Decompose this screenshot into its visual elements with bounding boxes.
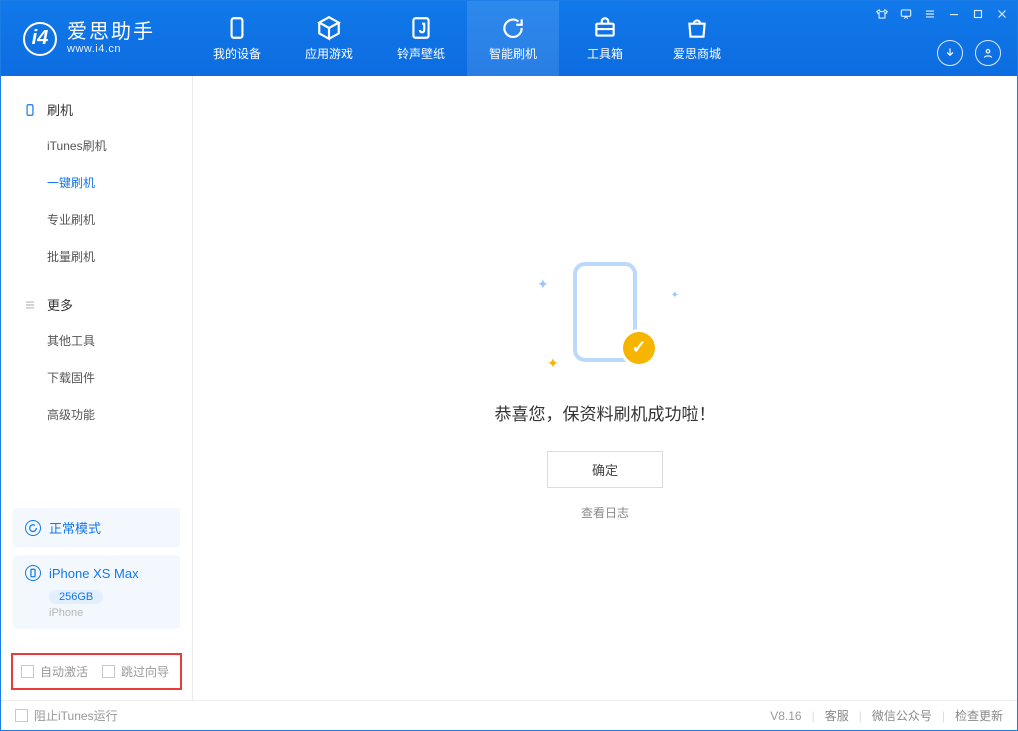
mode-card[interactable]: 正常模式 bbox=[13, 508, 180, 547]
device-icon bbox=[25, 565, 41, 581]
header-right bbox=[937, 40, 1001, 66]
sparkle-icon: ✦ bbox=[671, 290, 679, 301]
main-nav: 我的设备 应用游戏 铃声壁纸 智能刷机 工具箱 bbox=[191, 1, 743, 76]
success-illustration: ✦ ✦ ✦ ✓ bbox=[525, 256, 685, 376]
toolbox-icon bbox=[592, 15, 618, 41]
list-icon bbox=[23, 298, 37, 312]
sidebar-item-other-tools[interactable]: 其他工具 bbox=[1, 322, 192, 359]
sidebar-item-batch-flash[interactable]: 批量刷机 bbox=[1, 238, 192, 275]
main-content: ✦ ✦ ✦ ✓ 恭喜您，保资料刷机成功啦！ 确定 查看日志 bbox=[193, 76, 1017, 700]
skip-guide-checkbox[interactable]: 跳过向导 bbox=[102, 663, 169, 680]
sidebar-item-download-firmware[interactable]: 下载固件 bbox=[1, 359, 192, 396]
ok-button[interactable]: 确定 bbox=[547, 451, 663, 488]
phone-icon bbox=[224, 15, 250, 41]
device-name: iPhone XS Max bbox=[49, 566, 139, 581]
bag-icon bbox=[684, 15, 710, 41]
minimize-icon[interactable] bbox=[945, 5, 963, 23]
cube-icon bbox=[316, 15, 342, 41]
checkbox-icon bbox=[21, 665, 34, 678]
refresh-shield-icon bbox=[500, 15, 526, 41]
storage-badge: 256GB bbox=[49, 590, 103, 604]
checkbox-icon bbox=[15, 709, 28, 722]
logo-area: i4 爱思助手 www.i4.cn bbox=[1, 1, 191, 76]
logo-icon: i4 bbox=[23, 22, 57, 56]
block-itunes-checkbox[interactable]: 阻止iTunes运行 bbox=[15, 707, 118, 724]
sparkle-icon: ✦ bbox=[537, 276, 549, 293]
mode-label: 正常模式 bbox=[49, 518, 101, 537]
close-icon[interactable] bbox=[993, 5, 1011, 23]
sidebar-item-pro-flash[interactable]: 专业刷机 bbox=[1, 201, 192, 238]
window-controls bbox=[873, 5, 1011, 23]
check-update-link[interactable]: 检查更新 bbox=[955, 707, 1003, 724]
nav-smart-flash[interactable]: 智能刷机 bbox=[467, 1, 559, 76]
user-button[interactable] bbox=[975, 40, 1001, 66]
status-bar: 阻止iTunes运行 V8.16 | 客服 | 微信公众号 | 检查更新 bbox=[1, 700, 1017, 730]
sidebar-section-more: 更多 bbox=[1, 289, 192, 322]
sidebar-item-itunes-flash[interactable]: iTunes刷机 bbox=[1, 127, 192, 164]
sidebar: 刷机 iTunes刷机 一键刷机 专业刷机 批量刷机 更多 其他工具 下载固件 … bbox=[1, 76, 193, 700]
app-subtitle: www.i4.cn bbox=[67, 43, 155, 55]
view-log-link[interactable]: 查看日志 bbox=[581, 504, 629, 521]
phone-outline-icon bbox=[23, 103, 37, 117]
download-button[interactable] bbox=[937, 40, 963, 66]
nav-ring-wall[interactable]: 铃声壁纸 bbox=[375, 1, 467, 76]
feedback-icon[interactable] bbox=[897, 5, 915, 23]
app-header: i4 爱思助手 www.i4.cn 我的设备 应用游戏 铃声壁纸 bbox=[1, 1, 1017, 76]
sync-icon bbox=[25, 520, 41, 536]
sidebar-item-advanced[interactable]: 高级功能 bbox=[1, 396, 192, 433]
tshirt-icon[interactable] bbox=[873, 5, 891, 23]
version-label: V8.16 bbox=[770, 709, 801, 723]
sparkle-icon: ✦ bbox=[547, 355, 559, 372]
customer-service-link[interactable]: 客服 bbox=[825, 707, 849, 724]
sidebar-item-oneclick-flash[interactable]: 一键刷机 bbox=[1, 164, 192, 201]
nav-my-device[interactable]: 我的设备 bbox=[191, 1, 283, 76]
sidebar-section-flash: 刷机 bbox=[1, 94, 192, 127]
success-message: 恭喜您，保资料刷机成功啦！ bbox=[495, 400, 716, 425]
device-type: iPhone bbox=[49, 607, 168, 619]
maximize-icon[interactable] bbox=[969, 5, 987, 23]
nav-toolbox[interactable]: 工具箱 bbox=[559, 1, 651, 76]
app-title: 爱思助手 bbox=[67, 21, 155, 43]
nav-apps-games[interactable]: 应用游戏 bbox=[283, 1, 375, 76]
auto-activate-checkbox[interactable]: 自动激活 bbox=[21, 663, 88, 680]
menu-icon[interactable] bbox=[921, 5, 939, 23]
wechat-link[interactable]: 微信公众号 bbox=[872, 707, 932, 724]
device-card[interactable]: iPhone XS Max 256GB iPhone bbox=[13, 555, 180, 629]
checkmark-badge-icon: ✓ bbox=[623, 332, 655, 364]
nav-store[interactable]: 爱思商城 bbox=[651, 1, 743, 76]
bottom-options-highlight: 自动激活 跳过向导 bbox=[11, 653, 182, 690]
checkbox-icon bbox=[102, 665, 115, 678]
music-file-icon bbox=[408, 15, 434, 41]
